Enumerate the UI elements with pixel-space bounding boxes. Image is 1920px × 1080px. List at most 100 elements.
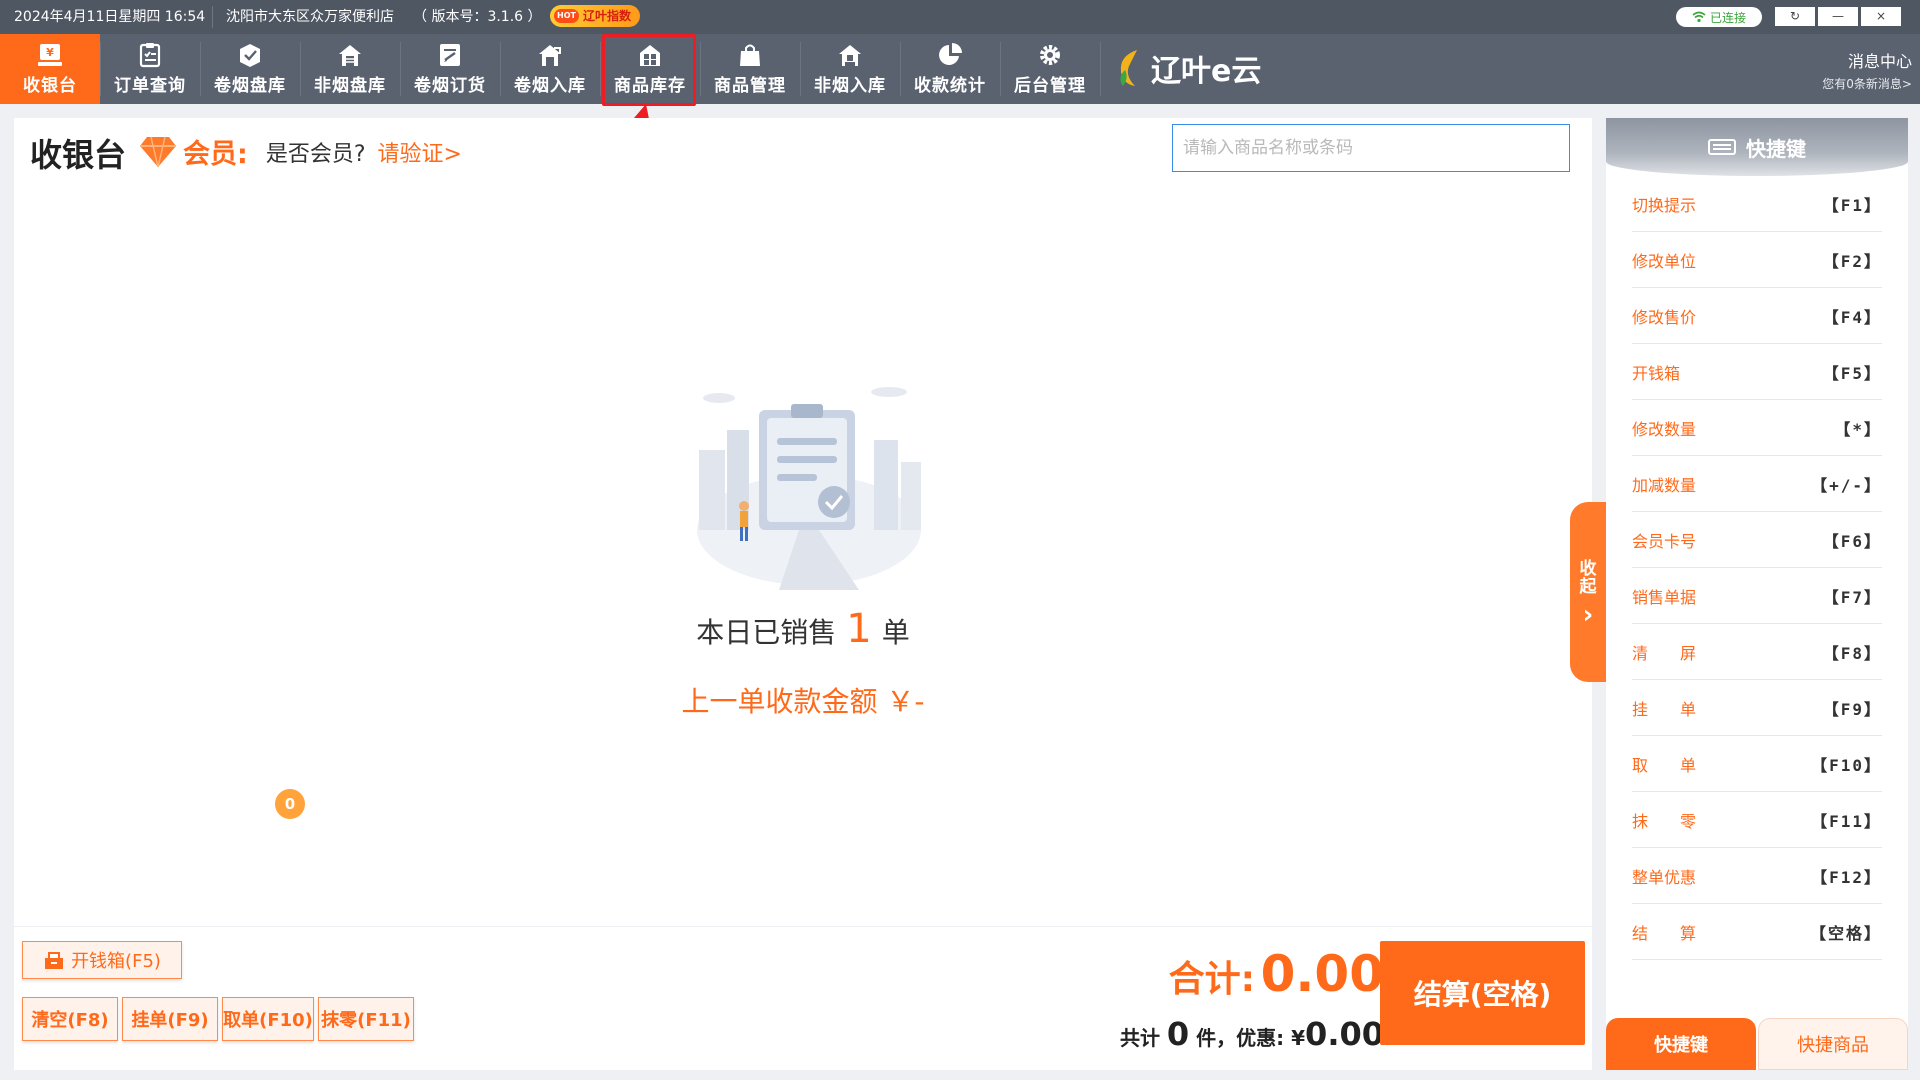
store-name: 沈阳市大东区众万家便利店 [226,9,394,25]
pick-order-button[interactable]: 取单(F10) [222,997,314,1041]
non-cigarette-stock-in-icon [839,45,861,66]
member-verify-link[interactable]: 请验证> [378,136,462,168]
toolbar-non-cigarette-stock-in[interactable]: 非烟入库 [800,34,900,104]
summary-mid: 件，优惠: [1196,1026,1285,1050]
minimize-button[interactable]: — [1818,7,1858,26]
toolbar-non-cigarette-inventory[interactable]: 非烟盘库 [300,34,400,104]
shortcut-item[interactable]: 修改单位 【F2】 [1632,232,1882,288]
shortcut-key: 【F5】 [1822,363,1882,383]
toolbar-cigarette-stock-in[interactable]: 卷烟入库 [500,34,600,104]
shortcut-item[interactable]: 切换提示 【F1】 [1632,176,1882,232]
datetime-text: 2024年4月11日星期四 16:54 [14,9,206,25]
pie-chart-icon [939,43,962,65]
shortcut-name: 会员卡号 [1632,531,1697,551]
shortcut-item[interactable]: 加减数量 【+/-】 [1632,456,1882,512]
cigarette-inventory-icon [240,44,260,67]
shortcut-key: 【F9】 [1822,699,1882,719]
toolbar-cigarette-order[interactable]: 卷烟订货 [400,34,500,104]
shortcut-name: 修改售价 [1632,307,1697,327]
round-off-button[interactable]: 抹零(F11) [318,997,414,1041]
checkout-button[interactable]: 结算(空格) [1380,941,1585,1045]
toolbar-label: 卷烟订货 [414,76,486,96]
shortcut-item[interactable]: 挂 单 【F9】 [1632,680,1882,736]
shortcut-item[interactable]: 会员卡号 【F6】 [1632,512,1882,568]
tab-quick-goods[interactable]: 快捷商品 [1758,1018,1908,1070]
toolbar-label: 卷烟入库 [514,76,586,96]
message-center-label: 消息中心 [1847,52,1912,71]
shortcut-key: 【F12】 [1811,867,1882,887]
shortcut-list: 切换提示 【F1】 修改单位 【F2】 修改售价 【F4】 开钱箱 【F5】 修改数量【… [1632,176,1882,960]
cigarette-order-icon [440,44,460,66]
toolbar-payment-stats[interactable]: 收款统计 [900,34,1000,104]
order-search-icon [139,43,161,68]
toolbar-label: 收银台 [23,76,77,96]
svg-text:¥: ¥ [46,46,54,59]
collapse-label: 收 [1579,559,1597,579]
open-cash-drawer-label: 开钱箱(F5) [71,951,161,972]
shortcut-key: 【F1】 [1822,195,1882,215]
today-sales-summary: 本日已销售 1 单 [14,606,1592,652]
toolbar-label: 商品管理 [714,76,786,96]
status-bar: 2024年4月11日星期四 16:54 沈阳市大东区众万家便利店 （ 版本号：3… [0,0,1920,34]
toolbar-cigarette-inventory[interactable]: 卷烟盘库 [200,34,300,104]
chevron-right-icon: › [1582,600,1594,630]
cigarette-stock-in-icon [539,45,561,66]
total-label: 合计: [1168,959,1256,1000]
connection-label: 已连接 [1709,10,1746,25]
shortcut-key: 【空格】 [1809,923,1882,943]
refresh-button[interactable]: ↻ [1775,7,1815,26]
shortcut-name: 销售单据 [1632,587,1697,607]
leaf-logo-icon [1120,50,1137,86]
toolbar-goods-manage[interactable]: 商品管理 [700,34,800,104]
sales-count: 1 [846,606,872,652]
shortcut-item[interactable]: 抹 零 【F11】 [1632,792,1882,848]
shortcut-item[interactable]: 销售单据 【F7】 [1632,568,1882,624]
shortcut-name: 清 屏 [1632,643,1697,663]
shortcut-key: 【F10】 [1811,755,1882,775]
product-search-input[interactable] [1172,124,1570,172]
message-center[interactable]: 消息中心 您有0条新消息> [1822,48,1912,92]
tab-shortcuts[interactable]: 快捷键 [1606,1018,1756,1070]
shortcut-key: 【F7】 [1822,587,1882,607]
open-cash-drawer-button[interactable]: 开钱箱(F5) [22,941,182,979]
close-button[interactable]: × [1861,7,1901,26]
message-summary[interactable]: 您有0条新消息> [1822,75,1912,92]
toolbar-label: 订单查询 [114,76,186,96]
annotation-highlight-box [602,34,696,106]
toolbar-label: 非烟入库 [814,76,886,96]
shortcut-item[interactable]: 结 算 【空格】 [1632,904,1882,960]
shortcut-item[interactable]: 清 屏 【F8】 [1632,624,1882,680]
connection-status: 已连接 [1676,7,1762,27]
shortcut-panel: 快捷键 切换提示 【F1】 修改单位 【F2】 修改售价 【F4】 开钱箱 【F5】 修… [1606,118,1908,1070]
shortcut-key: 【+/-】 [1811,475,1882,495]
collapse-panel-button[interactable]: 收 起 › [1570,502,1606,682]
shortcut-panel-header: 快捷键 [1606,118,1908,176]
cash-drawer-icon [45,952,64,969]
toolbar-cashier[interactable]: ¥ 收银台 [0,34,100,104]
shortcut-item[interactable]: 修改售价 【F4】 [1632,288,1882,344]
order-total: 合计: 0.00 [1169,945,1384,1003]
toolbar-backend-manage[interactable]: 后台管理 [1000,34,1100,104]
shortcut-item[interactable]: 开钱箱 【F5】 [1632,344,1882,400]
member-label: 会员: [183,139,248,170]
pick-order-count-badge: 0 [275,789,305,819]
shortcut-key: 【F2】 [1822,251,1882,271]
toolbar-order-query[interactable]: 订单查询 [100,34,200,104]
status-divider [212,6,213,28]
shortcut-key: 【F8】 [1822,643,1882,663]
cashier-main-panel: 收银台 会员: 是否会员? 请验证> 本日已销售1单 上 [14,118,1592,1070]
version-text: （ 版本号：3.1.6 ） [413,9,542,25]
shopping-bag-icon [740,44,760,66]
summary-prefix: 共计 [1119,1026,1160,1050]
shortcut-item[interactable]: 整单优惠 【F12】 [1632,848,1882,904]
toolbar-label: 收款统计 [914,76,986,96]
shortcut-item[interactable]: 取 单 【F10】 [1632,736,1882,792]
shortcut-item[interactable]: 修改数量 【*】 [1632,400,1882,456]
hold-order-button[interactable]: 挂单(F9) [122,997,218,1041]
page-title: 收银台 [30,136,127,174]
clear-button[interactable]: 清空(F8) [22,997,118,1041]
shortcut-key: 【F6】 [1822,531,1882,551]
liaoye-index-button[interactable]: HOT 辽叶指数 [550,5,640,27]
shortcut-name: 加减数量 [1632,475,1697,495]
gear-icon [1040,45,1060,65]
